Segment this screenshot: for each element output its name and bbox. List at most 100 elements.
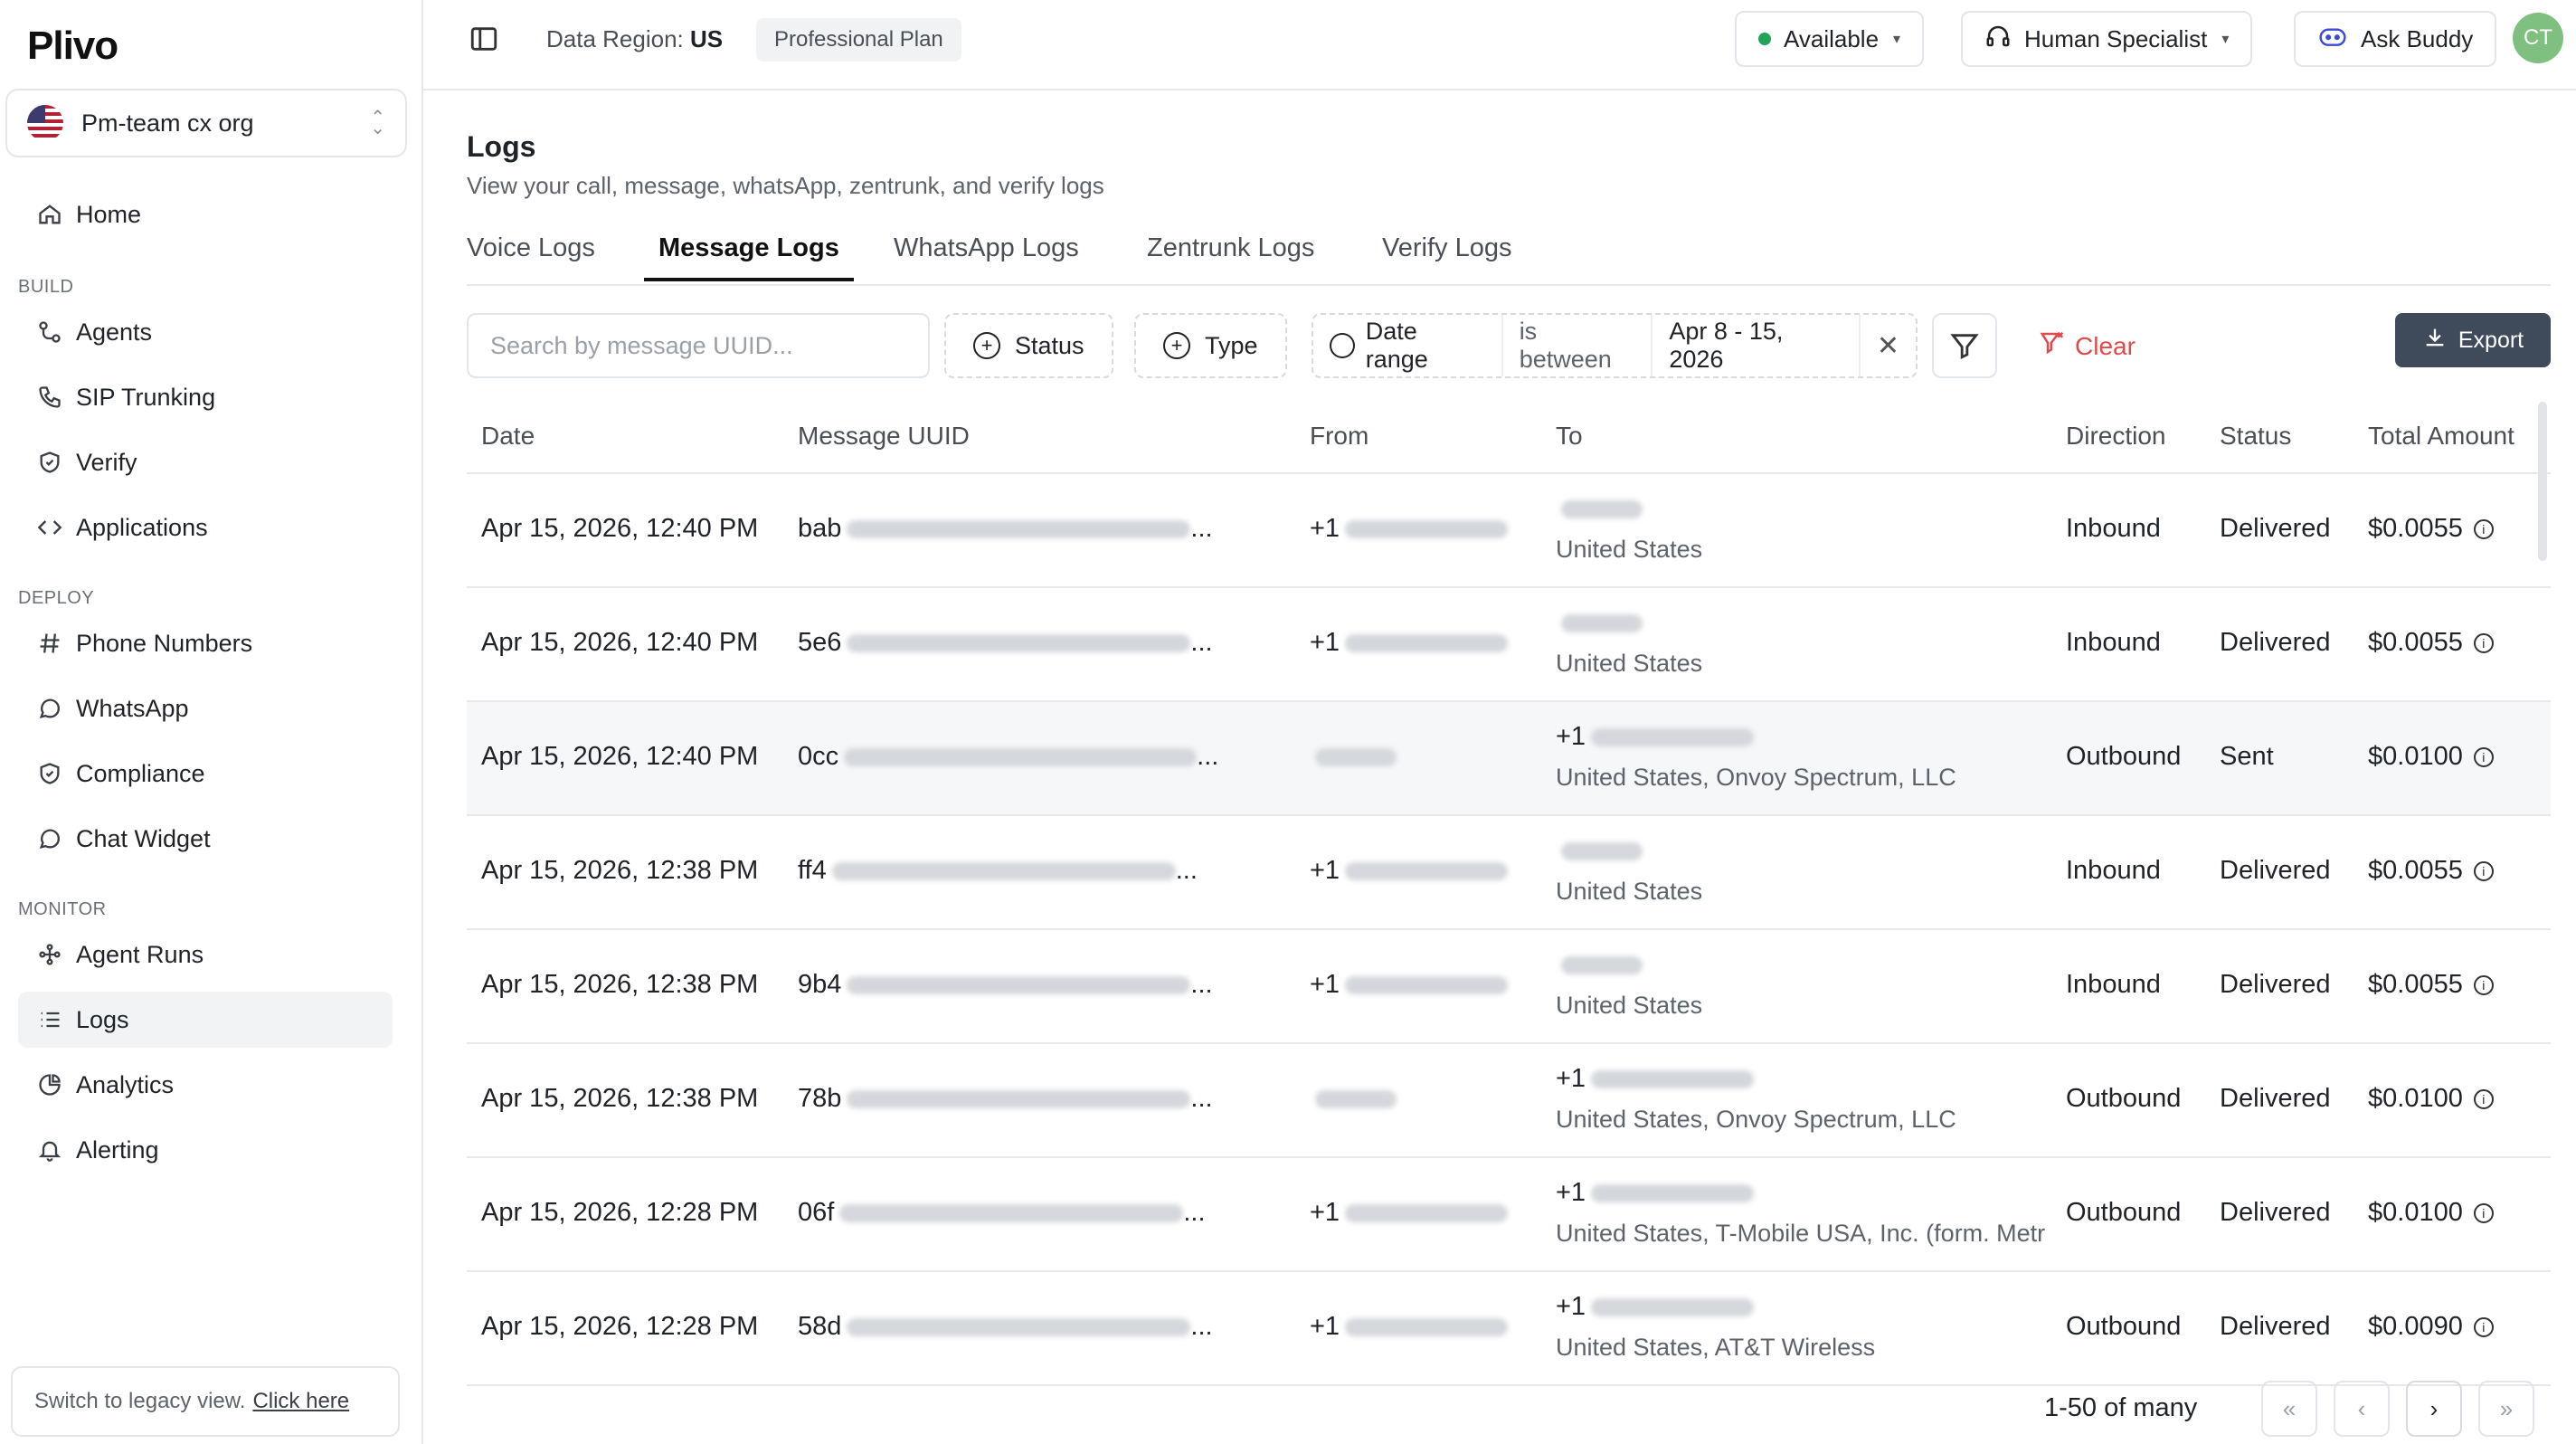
sidebar-item-label: Agent Runs bbox=[76, 940, 204, 968]
filter-icon[interactable] bbox=[1932, 313, 1997, 378]
sidebar-item-agents[interactable]: Agents bbox=[18, 304, 393, 360]
sidebar-item-compliance[interactable]: Compliance bbox=[18, 746, 393, 802]
col-date[interactable]: Date bbox=[481, 422, 535, 451]
table-row[interactable]: Apr 15, 2026, 12:28 PM 58d... +1 +1 United S… bbox=[467, 1272, 2551, 1386]
cell-uuid[interactable]: ff4... bbox=[798, 856, 1198, 886]
sidebar-item-whatsapp[interactable]: WhatsApp bbox=[18, 680, 393, 736]
cell-direction: Outbound bbox=[2066, 1084, 2182, 1113]
sidebar-item-phone-numbers[interactable]: Phone Numbers bbox=[18, 615, 393, 671]
clear-filters-button[interactable]: Clear bbox=[2039, 329, 2136, 363]
legacy-link[interactable]: Click here bbox=[252, 1389, 349, 1414]
org-switcher[interactable]: Pm-team cx org ⌃ ⌄ bbox=[5, 89, 407, 157]
redacted-uuid bbox=[847, 520, 1191, 539]
cell-uuid[interactable]: bab... bbox=[798, 514, 1213, 544]
info-icon[interactable]: i bbox=[2473, 633, 2494, 654]
tab-verify-logs[interactable]: Verify Logs bbox=[1382, 233, 1511, 276]
search-input[interactable]: Search by message UUID... bbox=[467, 313, 930, 378]
cell-to: United States bbox=[1556, 608, 2051, 678]
pagination-text: 1-50 of many bbox=[2044, 1393, 2198, 1422]
cell-direction: Outbound bbox=[2066, 1198, 2182, 1227]
tab-zentrunk-logs[interactable]: Zentrunk Logs bbox=[1147, 233, 1314, 276]
redacted-number bbox=[1345, 520, 1509, 539]
cell-uuid[interactable]: 9b4... bbox=[798, 970, 1213, 1000]
first-page-icon[interactable]: « bbox=[2261, 1381, 2317, 1437]
info-icon[interactable]: i bbox=[2473, 861, 2494, 882]
section-deploy: DEPLOY bbox=[18, 588, 95, 608]
sidebar-item-logs[interactable]: Logs bbox=[18, 992, 393, 1048]
col-uuid[interactable]: Message UUID bbox=[798, 422, 970, 451]
cell-uuid[interactable]: 5e6... bbox=[798, 628, 1213, 658]
uuid-prefix: 78b bbox=[798, 1084, 842, 1113]
sidebar-item-alerting[interactable]: Alerting bbox=[18, 1122, 393, 1178]
date-range-filter[interactable]: Date range is between Apr 8 - 15, 2026 ✕ bbox=[1312, 313, 1918, 378]
specialist-dropdown[interactable]: Human Specialist ▾ bbox=[1961, 11, 2253, 67]
avatar[interactable]: CT bbox=[2513, 13, 2563, 63]
sidebar-item-verify[interactable]: Verify bbox=[18, 434, 393, 490]
col-from[interactable]: From bbox=[1310, 422, 1368, 451]
tab-whatsapp-logs[interactable]: WhatsApp Logs bbox=[894, 233, 1079, 276]
cell-uuid[interactable]: 78b... bbox=[798, 1084, 1213, 1114]
redacted-number bbox=[1345, 862, 1509, 881]
cell-direction: Inbound bbox=[2066, 970, 2161, 999]
ellipsis: ... bbox=[1190, 514, 1213, 543]
table-row[interactable]: Apr 15, 2026, 12:40 PM 5e6... +1 United Sta… bbox=[467, 588, 2551, 702]
table-row[interactable]: Apr 15, 2026, 12:40 PM bab... +1 United Sta… bbox=[467, 474, 2551, 588]
info-icon[interactable]: i bbox=[2473, 1203, 2494, 1224]
info-icon[interactable]: i bbox=[2473, 1317, 2494, 1338]
cell-uuid[interactable]: 0cc... bbox=[798, 742, 1218, 772]
type-filter-button[interactable]: + Type bbox=[1134, 313, 1287, 378]
plivo-logo[interactable]: Plivo bbox=[27, 24, 118, 69]
cell-date: Apr 15, 2026, 12:40 PM bbox=[481, 742, 759, 771]
last-page-icon[interactable]: » bbox=[2478, 1381, 2534, 1437]
col-total-amount[interactable]: Total Amount bbox=[2368, 422, 2514, 451]
cell-to: United States bbox=[1556, 950, 2051, 1020]
date-range-field[interactable]: Date range bbox=[1313, 315, 1503, 376]
cell-uuid[interactable]: 06f... bbox=[798, 1198, 1206, 1228]
page-subtitle: View your call, message, whatsApp, zentr… bbox=[467, 172, 1104, 199]
close-icon[interactable]: ✕ bbox=[1861, 315, 1916, 376]
cell-total-amount: $0.0100 i bbox=[2368, 742, 2494, 772]
export-button[interactable]: Export bbox=[2395, 313, 2551, 367]
next-page-icon[interactable]: › bbox=[2406, 1381, 2462, 1437]
cell-date: Apr 15, 2026, 12:28 PM bbox=[481, 1312, 759, 1341]
ask-buddy-button[interactable]: Ask Buddy bbox=[2294, 11, 2497, 67]
sidebar-item-analytics[interactable]: Analytics bbox=[18, 1057, 393, 1113]
info-icon[interactable]: i bbox=[2473, 519, 2494, 540]
date-operator[interactable]: is between bbox=[1503, 315, 1653, 376]
to-prefix: +1 bbox=[1556, 722, 1586, 751]
col-direction[interactable]: Direction bbox=[2066, 422, 2165, 451]
ellipsis: ... bbox=[1197, 742, 1219, 771]
sidebar-item-agent-runs[interactable]: Agent Runs bbox=[18, 926, 393, 983]
sidebar-item-home[interactable]: Home bbox=[18, 186, 393, 242]
region-label: Data Region: bbox=[546, 25, 684, 52]
sidebar-item-chat-widget[interactable]: Chat Widget bbox=[18, 811, 393, 867]
table-row[interactable]: Apr 15, 2026, 12:28 PM 06f... +1 +1 United S… bbox=[467, 1158, 2551, 1272]
plus-circle-icon: + bbox=[1163, 332, 1190, 359]
availability-dropdown[interactable]: Available ▾ bbox=[1735, 11, 1925, 67]
date-value[interactable]: Apr 8 - 15, 2026 bbox=[1653, 315, 1861, 376]
scrollbar[interactable] bbox=[2538, 402, 2547, 561]
info-icon[interactable]: i bbox=[2473, 1089, 2494, 1110]
specialist-label: Human Specialist bbox=[2024, 24, 2208, 52]
table-row[interactable]: Apr 15, 2026, 12:38 PM 78b... +1 United Sta… bbox=[467, 1044, 2551, 1158]
tab-voice-logs[interactable]: Voice Logs bbox=[467, 233, 595, 276]
sidebar-item-label: Home bbox=[76, 200, 142, 228]
table-row[interactable]: Apr 15, 2026, 12:38 PM ff4... +1 United Sta… bbox=[467, 816, 2551, 930]
cell-uuid[interactable]: 58d... bbox=[798, 1312, 1213, 1342]
cell-status: Sent bbox=[2220, 742, 2274, 771]
info-icon[interactable]: i bbox=[2473, 747, 2494, 768]
table-row[interactable]: Apr 15, 2026, 12:40 PM 0cc... +1 United Sta… bbox=[467, 702, 2551, 816]
sidebar-toggle-icon[interactable] bbox=[469, 24, 505, 60]
redacted-number bbox=[1315, 748, 1397, 767]
col-status[interactable]: Status bbox=[2220, 422, 2291, 451]
col-to[interactable]: To bbox=[1556, 422, 1583, 451]
sidebar-item-applications[interactable]: Applications bbox=[18, 499, 393, 556]
ellipsis: ... bbox=[1175, 856, 1198, 885]
info-icon[interactable]: i bbox=[2473, 975, 2494, 996]
table-row[interactable]: Apr 15, 2026, 12:38 PM 9b4... +1 United Sta… bbox=[467, 930, 2551, 1044]
cell-to: +1 United States, T-Mobile USA, Inc. (for… bbox=[1556, 1178, 2051, 1248]
sidebar-item-sip-trunking[interactable]: SIP Trunking bbox=[18, 369, 393, 425]
tab-message-logs[interactable]: Message Logs bbox=[644, 233, 854, 281]
prev-page-icon[interactable]: ‹ bbox=[2334, 1381, 2390, 1437]
status-filter-button[interactable]: + Status bbox=[944, 313, 1113, 378]
